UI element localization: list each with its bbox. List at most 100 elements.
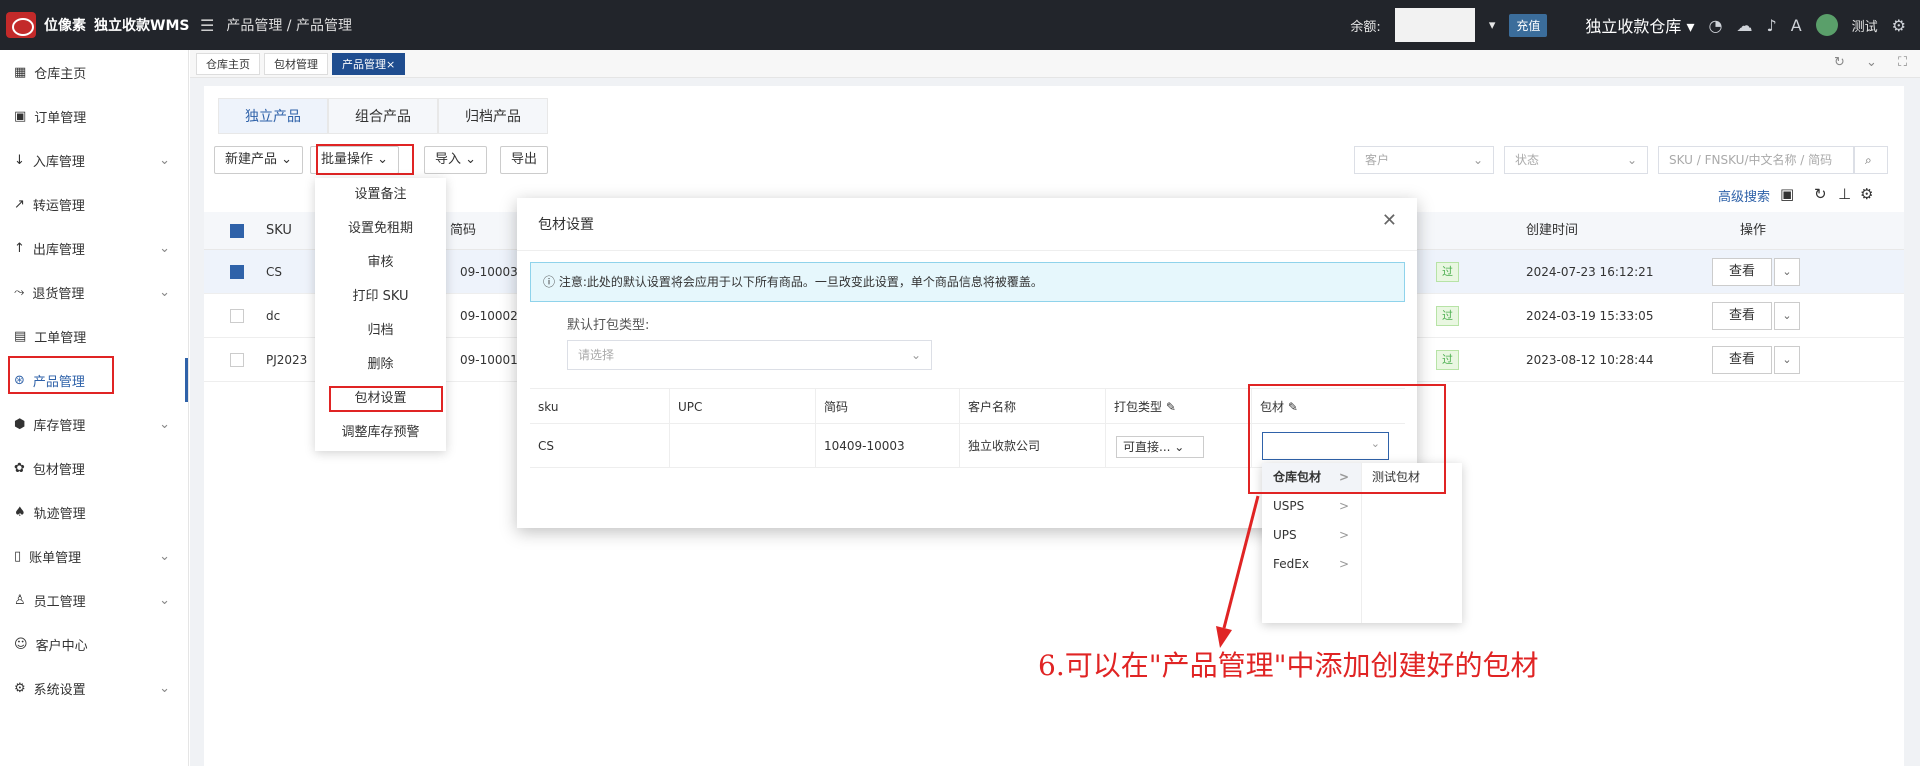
view-button[interactable]: 查看	[1712, 346, 1772, 374]
sidebar-item-returns[interactable]: ⤳ 退货管理 ⌄	[0, 270, 188, 314]
export-button[interactable]: 导出	[500, 146, 549, 174]
settings-icon[interactable]: ⚙	[1892, 16, 1906, 35]
page-tab-products[interactable]: 产品管理×	[332, 52, 406, 75]
view-button[interactable]: 查看	[1712, 302, 1772, 330]
sidebar-item-label: 包材管理	[32, 462, 85, 478]
tab-combo[interactable]: 组合产品	[328, 98, 438, 134]
sidebar-item-inbound[interactable]: ↓ 入库管理 ⌄	[0, 138, 188, 182]
pack-type-select[interactable]: 可直接... ⌄	[1116, 436, 1204, 458]
page-tab-home[interactable]: 仓库主页	[196, 52, 260, 75]
customer-select[interactable]: 客户 ⌄	[1354, 146, 1494, 174]
row-created: 2024-03-19 15:33:05	[1526, 309, 1654, 323]
menu-item-set-free-period[interactable]: 设置免租期	[315, 212, 446, 246]
fullscreen-icon[interactable]: ⛶	[1898, 55, 1907, 70]
sidebar-item-label: 员工管理	[33, 594, 86, 610]
row-more-dropdown[interactable]: ⌄	[1774, 346, 1800, 374]
chevron-down-icon: ⌄	[1472, 153, 1483, 167]
cascader-item-fedex[interactable]: FedEx >	[1262, 550, 1361, 579]
cascader-item-label: FedEx	[1273, 557, 1309, 571]
default-pack-type-select[interactable]: 请选择 ⌄	[567, 340, 932, 370]
cascader-item-ups[interactable]: UPS >	[1262, 521, 1361, 550]
advanced-search-link[interactable]: 高级搜索	[1718, 186, 1770, 205]
bill-icon: ▯	[14, 548, 22, 564]
table-settings-icon[interactable]: ⚙	[1860, 185, 1873, 203]
search-input[interactable]: SKU / FNSKU/中文名称 / 简码	[1658, 146, 1854, 174]
col-pack-type[interactable]: 打包类型 ✎	[1106, 389, 1252, 423]
tab-refresh-icon[interactable]: ↻	[1834, 55, 1845, 70]
tab-archived[interactable]: 归档产品	[438, 98, 548, 134]
row-checkbox[interactable]	[230, 265, 244, 279]
row-created: 2023-08-12 10:28:44	[1526, 353, 1654, 367]
sidebar-item-staff[interactable]: ♙ 员工管理 ⌄	[0, 578, 188, 622]
sidebar-item-transfer[interactable]: ↗ 转运管理	[0, 182, 188, 226]
status-select[interactable]: 状态 ⌄	[1504, 146, 1648, 174]
tab-standalone[interactable]: 独立产品	[218, 98, 328, 134]
import-button[interactable]: 导入 ⌄	[424, 146, 488, 174]
tracking-icon: ♠	[14, 504, 26, 520]
refresh-icon[interactable]: ↻	[1814, 185, 1827, 203]
menu-toggle-icon[interactable]: ☰	[200, 16, 214, 35]
sidebar-item-label: 库存管理	[33, 418, 86, 434]
cascader-item-usps[interactable]: USPS >	[1262, 492, 1361, 521]
annotation-text: 6.可以在"产品管理"中添加创建好的包材	[1038, 649, 1539, 682]
chevron-down-icon: ⌄	[910, 348, 921, 362]
close-icon[interactable]: ✕	[1382, 210, 1397, 231]
sidebar-item-tracking[interactable]: ♠ 轨迹管理	[0, 490, 188, 534]
column-height-icon[interactable]: ⊥	[1838, 185, 1851, 203]
row-checkbox[interactable]	[230, 309, 244, 323]
sidebar-item-label: 仓库主页	[34, 66, 87, 82]
cascader-item-label: USPS	[1273, 499, 1305, 513]
menu-item-print-sku[interactable]: 打印 SKU	[315, 280, 446, 314]
cloud-upload-icon[interactable]: ☁	[1736, 16, 1752, 35]
sidebar-item-customers[interactable]: ☺ 客户中心	[0, 622, 188, 666]
row-more-dropdown[interactable]: ⌄	[1774, 258, 1800, 286]
recharge-button[interactable]: 充值	[1509, 13, 1548, 37]
sidebar-item-settings[interactable]: ⚙ 系统设置 ⌄	[0, 666, 188, 710]
highlight-box-packaging-settings	[329, 386, 443, 412]
header-created: 创建时间	[1526, 223, 1579, 238]
sidebar-item-packaging[interactable]: ✿ 包材管理	[0, 446, 188, 490]
row-more-dropdown[interactable]: ⌄	[1774, 302, 1800, 330]
sidebar-item-home[interactable]: ▦ 仓库主页	[0, 50, 188, 94]
balance-dropdown-icon[interactable]: ▾	[1489, 18, 1496, 33]
clock-icon[interactable]: ◔	[1709, 16, 1723, 35]
staff-icon: ♙	[14, 592, 26, 608]
menu-item-delete[interactable]: 删除	[315, 348, 446, 382]
row-code: 09-10001	[460, 353, 518, 367]
search-icon[interactable]: ⌕	[1854, 146, 1888, 174]
col-code: 简码	[816, 389, 960, 423]
menu-item-review[interactable]: 审核	[315, 246, 446, 280]
sidebar-item-label: 出库管理	[32, 242, 85, 258]
user-name[interactable]: 测试	[1852, 16, 1878, 35]
warehouse-selector[interactable]: 独立收款仓库 ▾	[1585, 13, 1694, 37]
chevron-down-icon: ⌄	[159, 548, 170, 564]
packaging-icon: ✿	[14, 460, 25, 476]
row-checkbox[interactable]	[230, 353, 244, 367]
menu-item-adjust-stock-alert[interactable]: 调整库存预警	[315, 416, 446, 450]
menu-item-set-remark[interactable]: 设置备注	[315, 178, 446, 212]
view-button[interactable]: 查看	[1712, 258, 1772, 286]
warehouse-name: 独立收款仓库	[1585, 17, 1682, 36]
sidebar-item-inventory[interactable]: ⬢ 库存管理 ⌄	[0, 402, 188, 446]
sidebar-item-outbound[interactable]: ↑ 出库管理 ⌄	[0, 226, 188, 270]
layout-icon[interactable]: ▣	[1780, 185, 1794, 203]
bell-icon[interactable]: ♪	[1766, 16, 1776, 35]
logo-icon	[6, 12, 36, 38]
sidebar-item-orders[interactable]: ▣ 订单管理	[0, 94, 188, 138]
select-all-checkbox[interactable]	[230, 224, 244, 238]
new-product-button[interactable]: 新建产品 ⌄	[214, 146, 304, 174]
sidebar-item-label: 退货管理	[32, 286, 85, 302]
page-tab-packaging[interactable]: 包材管理	[264, 52, 328, 75]
sidebar-item-workorders[interactable]: ▤ 工单管理	[0, 314, 188, 358]
chevron-right-icon: >	[1338, 528, 1349, 542]
tab-menu-chevron-icon[interactable]: ⌄	[1866, 55, 1877, 70]
menu-item-archive[interactable]: 归档	[315, 314, 446, 348]
sidebar-item-billing[interactable]: ▯ 账单管理 ⌄	[0, 534, 188, 578]
sub-tabs: 独立产品 组合产品 归档产品	[218, 98, 548, 134]
status-badge: 过	[1436, 306, 1459, 326]
avatar[interactable]	[1815, 14, 1838, 36]
pack-type-value: 可直接...	[1123, 440, 1171, 454]
highlight-box-sidebar-products	[8, 356, 114, 394]
row-sku: dc	[266, 309, 281, 323]
translate-icon[interactable]: A	[1791, 16, 1802, 35]
